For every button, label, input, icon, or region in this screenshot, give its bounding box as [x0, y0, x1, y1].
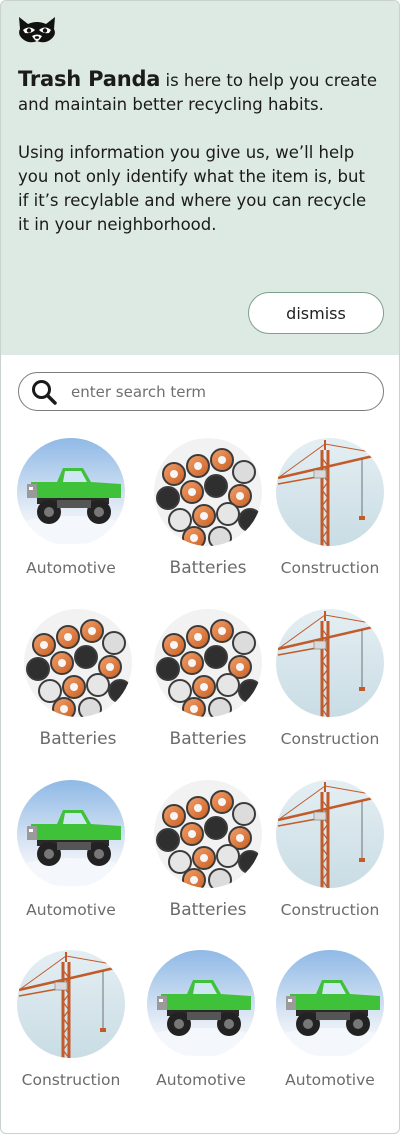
category-label: Construction: [280, 901, 380, 919]
automotive-image: [147, 950, 255, 1058]
intro-text: Trash Panda is here to help you create a…: [18, 67, 378, 237]
batteries-image: [24, 609, 132, 717]
intro-banner: Trash Panda is here to help you create a…: [1, 1, 399, 355]
category-label: Batteries: [39, 729, 117, 749]
construction-image: [276, 780, 384, 888]
category-batteries[interactable]: Batteries: [143, 609, 273, 759]
dismiss-button[interactable]: dismiss: [248, 292, 384, 334]
category-batteries[interactable]: Batteries: [13, 609, 143, 759]
category-label: Construction: [280, 730, 380, 748]
raccoon-icon: [19, 17, 55, 43]
automotive-image: [17, 780, 125, 888]
category-construction[interactable]: Construction: [265, 609, 395, 759]
intro-paragraph-1: Trash Panda is here to help you create a…: [18, 67, 378, 117]
automotive-image: [276, 950, 384, 1058]
app-frame: Trash Panda is here to help you create a…: [0, 0, 400, 1134]
category-batteries[interactable]: Batteries: [143, 438, 273, 588]
category-construction[interactable]: Construction: [265, 780, 395, 930]
category-construction[interactable]: Construction: [6, 950, 136, 1100]
batteries-image: [154, 609, 262, 717]
brand-name: Trash Panda: [18, 67, 161, 91]
construction-image: [276, 438, 384, 546]
construction-image: [276, 609, 384, 717]
category-batteries[interactable]: Batteries: [143, 780, 273, 930]
batteries-image: [154, 780, 262, 888]
batteries-image: [154, 438, 262, 546]
category-label: Automotive: [285, 1071, 375, 1089]
search-input[interactable]: [71, 380, 371, 404]
category-automotive[interactable]: Automotive: [6, 438, 136, 588]
category-label: Batteries: [169, 558, 247, 578]
category-automotive[interactable]: Automotive: [265, 950, 395, 1100]
category-label: Construction: [280, 559, 380, 577]
category-construction[interactable]: Construction: [265, 438, 395, 588]
category-label: Batteries: [169, 729, 247, 749]
category-label: Automotive: [156, 1071, 246, 1089]
category-label: Construction: [21, 1071, 121, 1089]
search-bar[interactable]: [18, 372, 384, 411]
category-automotive[interactable]: Automotive: [6, 780, 136, 930]
search-icon: [32, 380, 57, 405]
intro-paragraph-2: Using information you give us, we’ll hel…: [18, 143, 367, 234]
category-label: Automotive: [26, 559, 116, 577]
category-automotive[interactable]: Automotive: [136, 950, 266, 1100]
automotive-image: [17, 438, 125, 546]
category-label: Automotive: [26, 901, 116, 919]
construction-image: [17, 950, 125, 1058]
category-label: Batteries: [169, 900, 247, 920]
